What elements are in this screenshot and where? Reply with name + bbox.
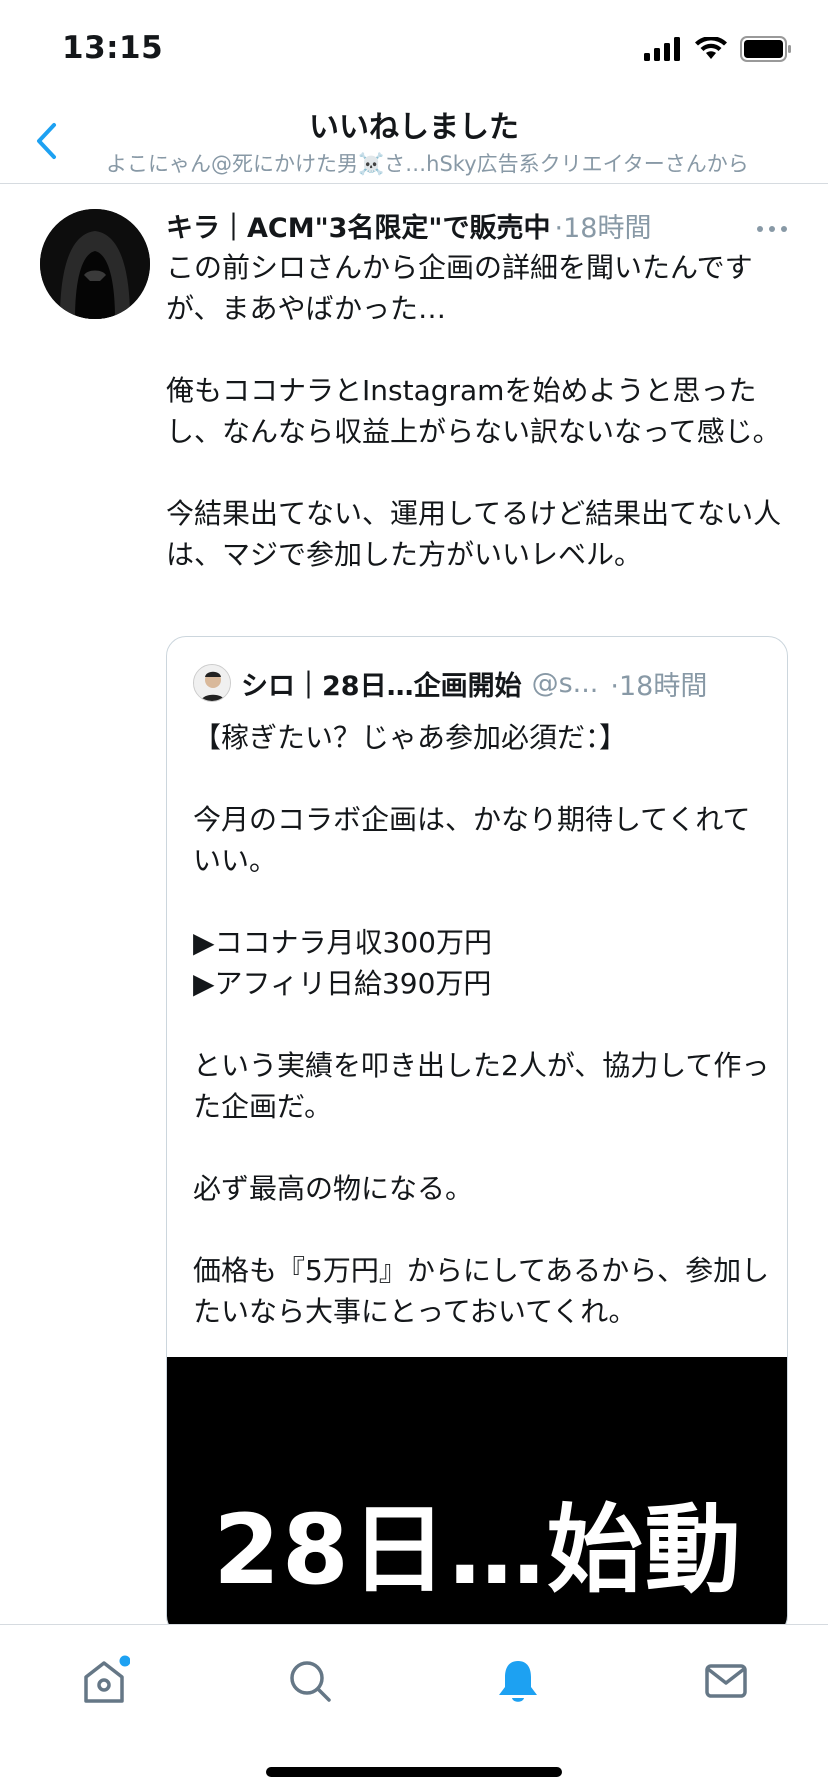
status-icons (644, 36, 792, 62)
page-subtitle: よこにゃん@死にかけた男☠️さ…hSky広告系クリエイターさんから (106, 152, 749, 176)
tweet-text: この前シロさんから企画の詳細を聞いたんですが、まあやばかった… 俺もココナラとI… (166, 251, 782, 571)
cellular-signal-icon (644, 37, 680, 61)
tweet-header: キラ｜ACM"3名限定"で販売中 ·18時間 (166, 205, 800, 245)
notification-badge (119, 1655, 130, 1667)
home-indicator[interactable] (266, 1767, 562, 1777)
tab-search[interactable] (278, 1649, 342, 1713)
quoted-author-avatar (193, 664, 231, 702)
home-icon (84, 1655, 130, 1703)
header: いいねしました よこにゃん@死にかけた男☠️さ…hSky広告系クリエイターさんか… (0, 96, 828, 184)
author-avatar[interactable] (40, 209, 150, 319)
author-name[interactable]: キラ｜ACM"3名限定"で販売中 (166, 206, 551, 245)
bell-icon (499, 1661, 537, 1702)
more-button[interactable] (752, 219, 792, 239)
status-bar: 13:15 (0, 0, 828, 96)
more-horizontal-icon (757, 226, 763, 232)
hooded-figure-avatar-image (40, 209, 150, 319)
tab-home[interactable] (72, 1649, 136, 1713)
tab-bar (0, 1624, 828, 1792)
quoted-author-name: シロ｜28日…企画開始 (241, 670, 522, 702)
quoted-tweet-header: シロ｜28日…企画開始 @s... ·18時間 (193, 663, 767, 703)
tab-messages[interactable] (694, 1649, 758, 1713)
status-time: 13:15 (62, 30, 164, 66)
person-avatar-image (194, 665, 230, 701)
wifi-icon (695, 37, 727, 59)
page-title: いいねしました (309, 110, 519, 145)
quoted-tweet-text: 【稼ぎたい？じゃあ参加必須だ：】 今月のコラボ企画は、かなり期待してくれていい。… (193, 721, 770, 1328)
mail-icon (705, 1664, 747, 1698)
tab-notifications[interactable] (486, 1649, 550, 1713)
battery-icon (740, 36, 791, 62)
media-caption: 28日…始動 (213, 1494, 743, 1606)
quoted-tweet-time: ·18時間 (610, 670, 708, 702)
quoted-tweet[interactable]: シロ｜28日…企画開始 @s... ·18時間 【稼ぎたい？じゃあ参加必須だ：】… (166, 636, 788, 1636)
tweet-time: ·18時間 (554, 212, 652, 244)
quoted-author-handle: @s... (531, 667, 599, 699)
quoted-tweet-media[interactable]: 28日…始動 (167, 1357, 787, 1635)
search-icon (290, 1661, 331, 1702)
